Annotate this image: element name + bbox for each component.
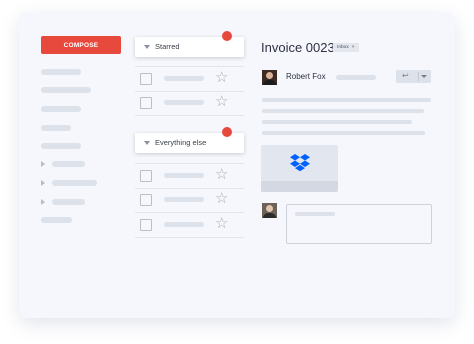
reply-button-group[interactable]: ↩ [396,70,431,83]
reply-placeholder-line [295,212,335,216]
sender-email-placeholder [336,75,376,80]
divider [418,72,419,81]
expand-arrow-icon[interactable] [41,199,45,205]
message-subject: Invoice 0023 [261,40,335,55]
avatar-face [266,72,273,79]
reply-avatar [262,203,277,218]
section-label: Starred [155,42,180,51]
expand-arrow-icon[interactable] [41,180,45,186]
message-body-line [262,98,431,102]
reply-input[interactable] [286,204,432,244]
sidebar-item[interactable] [41,69,81,75]
starred-list: ☆ ☆ [0,66,244,116]
label-badge[interactable]: Inbox × [333,43,359,52]
avatar-body [263,80,276,85]
sidebar-folder-item[interactable] [52,161,85,167]
attachment-footer [261,181,338,192]
message-body-line [262,120,412,124]
list-item[interactable]: ☆ [135,188,244,213]
expand-arrow-icon[interactable] [41,161,45,167]
list-item[interactable]: ☆ [135,91,244,116]
sidebar-item[interactable] [41,125,71,131]
avatar[interactable] [262,70,277,85]
chevron-down-icon [144,45,150,49]
sidebar-item[interactable] [41,106,81,112]
star-icon[interactable]: ☆ [215,69,228,87]
sidebar-folder-item[interactable] [52,199,85,205]
list-item-placeholder [164,76,204,81]
dropdown-arrow-icon[interactable] [421,75,427,78]
chevron-down-icon [144,141,150,145]
star-icon[interactable]: ☆ [215,215,228,233]
avatar-face [266,205,273,212]
list-item-placeholder [164,197,204,202]
message-body-line [262,131,425,135]
list-item-placeholder [164,100,204,105]
attachment-thumbnail[interactable] [261,145,338,192]
sidebar-item[interactable] [41,143,81,149]
sidebar-folder-item[interactable] [52,180,97,186]
checkbox[interactable] [140,219,152,231]
message-body-line [262,109,424,113]
remove-label-icon[interactable]: × [352,45,355,50]
checkbox[interactable] [140,97,152,109]
list-item[interactable]: ☆ [135,163,244,189]
list-item-placeholder [164,222,204,227]
list-item[interactable]: ☆ [135,66,244,92]
unread-indicator [222,127,232,137]
avatar-body [263,213,276,218]
checkbox[interactable] [140,73,152,85]
dropbox-icon [290,154,310,171]
checkbox[interactable] [140,170,152,182]
star-icon[interactable]: ☆ [215,190,228,208]
list-item-placeholder [164,173,204,178]
sidebar-item[interactable] [41,217,72,223]
section-label: Everything else [155,138,207,147]
compose-button[interactable]: COMPOSE [41,36,121,54]
list-item[interactable]: ☆ [135,213,244,238]
checkbox[interactable] [140,194,152,206]
star-icon[interactable]: ☆ [215,166,228,184]
sender-name[interactable]: Robert Fox [286,72,326,81]
unread-indicator [222,31,232,41]
label-badge-text: Inbox [337,45,349,50]
everything-else-list: ☆ ☆ ☆ [0,163,244,238]
reply-icon[interactable]: ↩ [402,71,409,80]
star-icon[interactable]: ☆ [215,93,228,111]
sidebar-item[interactable] [41,87,91,93]
